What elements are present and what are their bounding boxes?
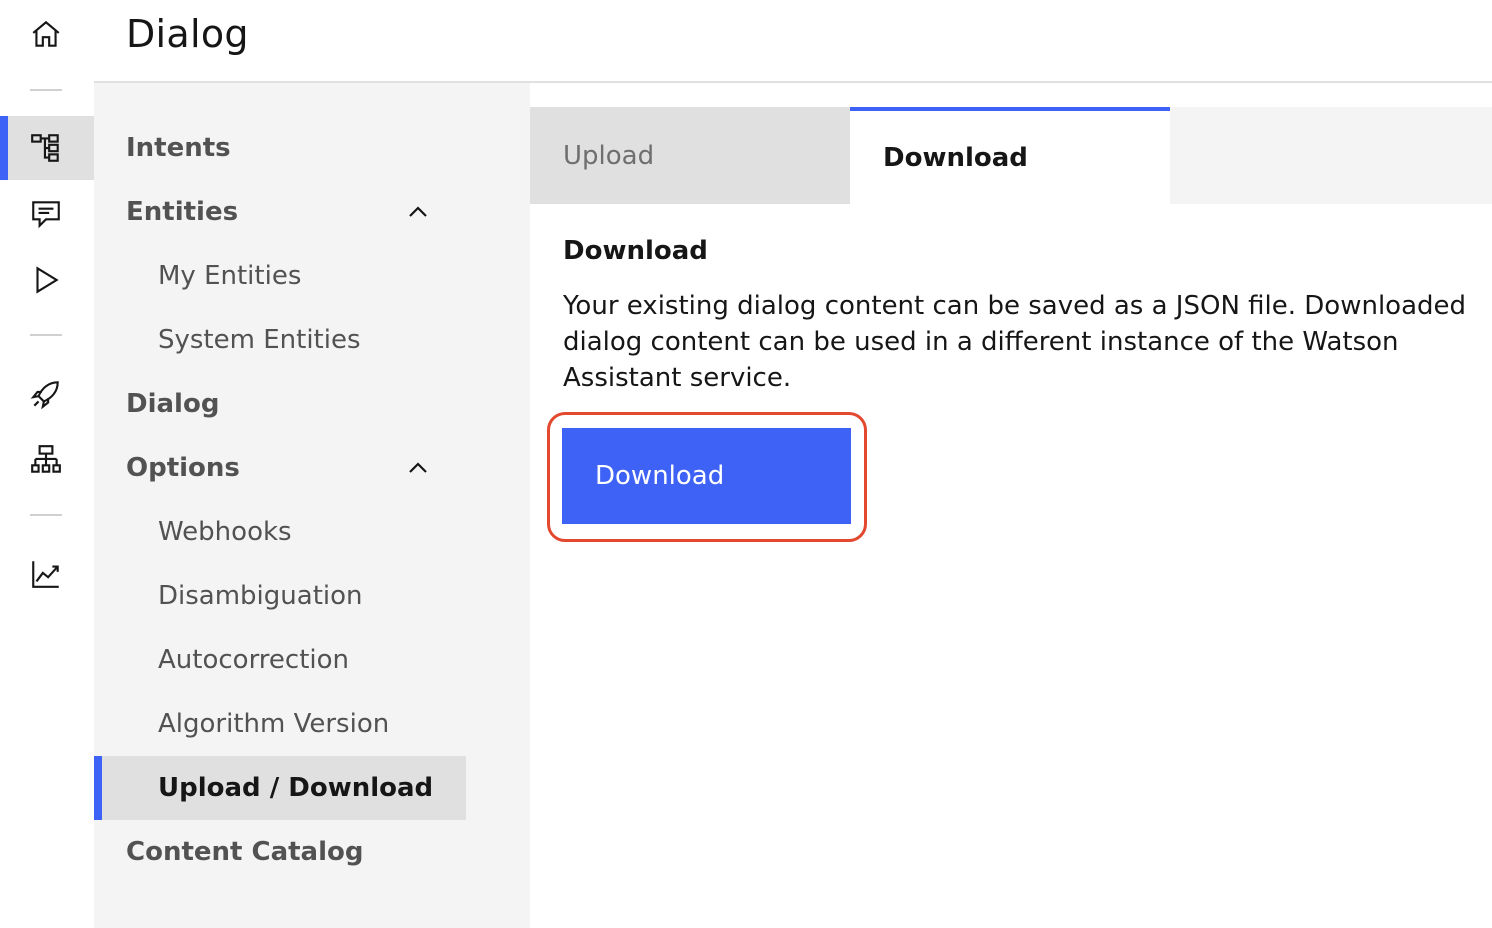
nav-item-upload-download[interactable]: Upload / Download — [94, 756, 466, 820]
try-it-button[interactable] — [0, 248, 94, 312]
nav-item-label: Disambiguation — [158, 581, 363, 611]
rail-divider — [30, 89, 62, 91]
nav-item-label: Options — [126, 453, 240, 483]
chevron-up-icon — [404, 454, 432, 482]
nav-item-disambiguation[interactable]: Disambiguation — [94, 564, 466, 628]
nav-item-system-entities[interactable]: System Entities — [94, 308, 466, 372]
nav-item-label: Entities — [126, 197, 239, 227]
download-button[interactable]: Download — [562, 428, 851, 524]
rocket-icon — [23, 371, 69, 417]
rail-divider — [30, 514, 62, 516]
nav-item-label: Dialog — [126, 389, 220, 419]
icon-rail — [0, 0, 94, 928]
dialog-tree-icon — [23, 125, 69, 171]
analytics-icon — [23, 551, 69, 597]
home-icon — [23, 11, 69, 57]
integrations-button[interactable] — [0, 428, 94, 492]
nav-item-algorithm-version[interactable]: Algorithm Version — [94, 692, 466, 756]
nav-item-label: Algorithm Version — [158, 709, 390, 739]
nav-item-dialog[interactable]: Dialog — [94, 372, 466, 436]
tab-download[interactable]: Download — [850, 107, 1170, 204]
nav-item-label: Autocorrection — [158, 645, 350, 675]
home-button[interactable] — [0, 2, 94, 66]
chat-button[interactable] — [0, 182, 94, 246]
nav-item-entities[interactable]: Entities — [94, 180, 466, 244]
section-title: Download — [563, 236, 708, 266]
nav-item-label: Webhooks — [158, 517, 292, 547]
nav-item-content-catalog[interactable]: Content Catalog — [94, 820, 466, 884]
tab-upload[interactable]: Upload — [530, 107, 850, 204]
nav-item-options[interactable]: Options — [94, 436, 466, 500]
tab-label: Download — [883, 142, 1028, 173]
page-title: Dialog — [126, 12, 249, 56]
chat-icon — [23, 191, 69, 237]
analytics-button[interactable] — [0, 542, 94, 606]
dialog-tree-button[interactable] — [0, 116, 94, 180]
deploy-button[interactable] — [0, 362, 94, 426]
section-description: Your existing dialog content can be save… — [563, 291, 1467, 393]
tab-label: Upload — [563, 140, 655, 171]
play-icon — [23, 257, 69, 303]
nav-item-label: System Entities — [158, 325, 361, 355]
rail-divider — [30, 334, 62, 336]
nav-item-label: Intents — [126, 133, 231, 163]
options-nav: Intents Entities My Entities System Enti… — [94, 83, 530, 928]
nav-item-intents[interactable]: Intents — [94, 116, 466, 180]
nav-item-label: Content Catalog — [126, 837, 364, 867]
nav-item-label: Upload / Download — [158, 773, 434, 803]
tab-bar: Upload Download — [530, 107, 1492, 204]
nav-item-webhooks[interactable]: Webhooks — [94, 500, 466, 564]
nav-item-my-entities[interactable]: My Entities — [94, 244, 466, 308]
nav-item-label: My Entities — [158, 261, 302, 291]
nav-item-autocorrection[interactable]: Autocorrection — [94, 628, 466, 692]
integrations-icon — [23, 437, 69, 483]
chevron-up-icon — [404, 198, 432, 226]
